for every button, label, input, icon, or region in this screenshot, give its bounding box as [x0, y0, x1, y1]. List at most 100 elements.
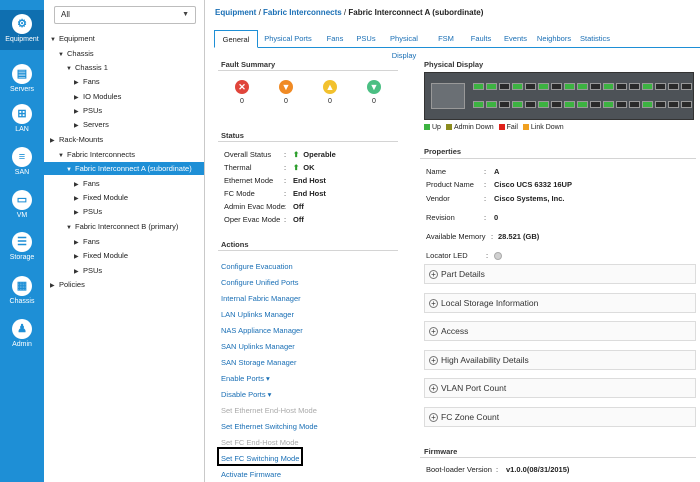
switch-port[interactable] — [655, 83, 666, 90]
action-link[interactable]: Internal Fabric Manager — [221, 294, 301, 303]
accordion-vlan-port-count[interactable]: + VLAN Port Count — [424, 378, 696, 398]
action-link[interactable]: SAN Storage Manager — [221, 358, 296, 367]
switch-port[interactable] — [473, 83, 484, 90]
tree-node[interactable]: ▶ Servers — [74, 118, 109, 131]
nav-lan[interactable]: ⊞ LAN — [0, 100, 44, 140]
action-link[interactable]: Disable Ports ▾ — [221, 390, 271, 399]
action-link[interactable]: Configure Evacuation — [221, 262, 293, 271]
switch-port[interactable] — [525, 83, 536, 90]
tab-neighbors[interactable]: Neighbors — [533, 30, 575, 48]
tree-node[interactable]: ▶ Fans — [74, 235, 100, 248]
action-link[interactable]: Configure Unified Ports — [221, 278, 299, 287]
tree-node[interactable]: ▼ Fabric Interconnects — [58, 148, 135, 161]
switch-port[interactable] — [681, 101, 692, 108]
chevron-down-icon[interactable]: ▼ — [50, 34, 59, 47]
switch-port[interactable] — [486, 101, 497, 108]
chevron-down-icon[interactable]: ▼ — [66, 222, 75, 235]
switch-port[interactable] — [616, 101, 627, 108]
nav-equipment[interactable]: ⚙ Equipment — [0, 10, 44, 50]
chevron-right-icon[interactable]: ▶ — [50, 135, 59, 148]
fault-count-item[interactable]: ▲ 0 — [320, 80, 340, 105]
switch-port[interactable] — [603, 101, 614, 108]
filter-dropdown[interactable]: All ▼ — [54, 6, 196, 24]
switch-port[interactable] — [603, 83, 614, 90]
chevron-right-icon[interactable]: ▶ — [50, 280, 59, 293]
switch-port[interactable] — [642, 101, 653, 108]
chevron-down-icon[interactable]: ▼ — [66, 164, 75, 177]
action-link[interactable]: NAS Appliance Manager — [221, 326, 303, 335]
fault-count-item[interactable]: ✕ 0 — [232, 80, 252, 105]
switch-port[interactable] — [499, 83, 510, 90]
action-link[interactable]: SAN Uplinks Manager — [221, 342, 295, 351]
accordion-part-details[interactable]: + Part Details — [424, 264, 696, 284]
switch-port[interactable] — [512, 83, 523, 90]
breadcrumb-equipment[interactable]: Equipment — [215, 8, 256, 17]
fault-count-item[interactable]: ▼ 0 — [364, 80, 384, 105]
accordion-high-availability-details[interactable]: + High Availability Details — [424, 349, 696, 370]
tab-statistics[interactable]: Statistics — [575, 30, 615, 48]
tab-events[interactable]: Events — [498, 30, 533, 48]
fault-count-item[interactable]: ▼ 0 — [276, 80, 296, 105]
nav-san[interactable]: ≡ SAN — [0, 143, 44, 183]
tab-fans[interactable]: Fans — [318, 30, 352, 48]
switch-port[interactable] — [564, 83, 575, 90]
nav-vm[interactable]: ▭ VM — [0, 186, 44, 226]
tree-node[interactable]: ▶ IO Modules — [74, 90, 121, 103]
switch-port[interactable] — [473, 101, 484, 108]
tab-general[interactable]: General — [214, 30, 258, 48]
switch-port[interactable] — [564, 101, 575, 108]
switch-port[interactable] — [499, 101, 510, 108]
tree-node[interactable]: ▼ Chassis — [58, 47, 94, 60]
tree-node[interactable]: ▶ Fixed Module — [74, 191, 128, 204]
switch-port[interactable] — [642, 83, 653, 90]
tree-node[interactable]: ▼ Fabric Interconnect A (subordinate) — [44, 162, 204, 175]
chevron-right-icon[interactable]: ▶ — [74, 251, 83, 264]
tree-node[interactable]: ▶ Fixed Module — [74, 249, 128, 262]
tree-node[interactable]: ▼ Chassis 1 — [66, 61, 108, 74]
tree-node[interactable]: ▼ Equipment — [50, 32, 95, 45]
tree-node[interactable]: ▶ Policies — [50, 278, 85, 291]
switch-port[interactable] — [655, 101, 666, 108]
switch-port[interactable] — [668, 101, 679, 108]
tab-physical-ports[interactable]: Physical Ports — [258, 30, 318, 48]
tab-psus[interactable]: PSUs — [352, 30, 380, 48]
tree-node[interactable]: ▶ Fans — [74, 177, 100, 190]
tree-node[interactable]: ▶ PSUs — [74, 264, 102, 277]
nav-servers[interactable]: ▤ Servers — [0, 60, 44, 100]
action-link[interactable]: Enable Ports ▾ — [221, 374, 270, 383]
breadcrumb-fabric-interconnects[interactable]: Fabric Interconnects — [263, 8, 342, 17]
switch-port[interactable] — [577, 101, 588, 108]
nav-storage[interactable]: ☰ Storage — [0, 228, 44, 268]
switch-port[interactable] — [486, 83, 497, 90]
switch-port[interactable] — [577, 83, 588, 90]
accordion-local-storage-information[interactable]: + Local Storage Information — [424, 292, 696, 313]
switch-port[interactable] — [629, 101, 640, 108]
switch-port[interactable] — [551, 101, 562, 108]
tree-node[interactable]: ▶ Rack-Mounts — [50, 133, 103, 146]
switch-port[interactable] — [590, 83, 601, 90]
action-link[interactable]: Activate Firmware — [221, 470, 281, 479]
switch-port[interactable] — [538, 101, 549, 108]
accordion-fc-zone-count[interactable]: + FC Zone Count — [424, 406, 696, 427]
tab-fsm[interactable]: FSM — [428, 30, 464, 48]
switch-port[interactable] — [525, 101, 536, 108]
switch-port[interactable] — [668, 83, 679, 90]
tree-node[interactable]: ▼ Fabric Interconnect B (primary) — [66, 220, 178, 233]
tab-physical-display[interactable]: Physical Display — [380, 30, 428, 60]
locator-led-icon[interactable] — [494, 251, 502, 260]
switch-port[interactable] — [512, 101, 523, 108]
chevron-right-icon[interactable]: ▶ — [74, 120, 83, 133]
nav-chassis[interactable]: ▦ Chassis — [0, 272, 44, 312]
switch-port[interactable] — [616, 83, 627, 90]
switch-port[interactable] — [681, 83, 692, 90]
action-link[interactable]: LAN Uplinks Manager — [221, 310, 294, 319]
tree-node[interactable]: ▶ PSUs — [74, 104, 102, 117]
chevron-right-icon[interactable]: ▶ — [74, 207, 83, 220]
tree-node[interactable]: ▶ Fans — [74, 75, 100, 88]
switch-port[interactable] — [538, 83, 549, 90]
switch-port[interactable] — [590, 101, 601, 108]
switch-port[interactable] — [629, 83, 640, 90]
nav-admin[interactable]: ♟ Admin — [0, 315, 44, 355]
switch-port[interactable] — [551, 83, 562, 90]
accordion-access[interactable]: + Access — [424, 321, 696, 341]
